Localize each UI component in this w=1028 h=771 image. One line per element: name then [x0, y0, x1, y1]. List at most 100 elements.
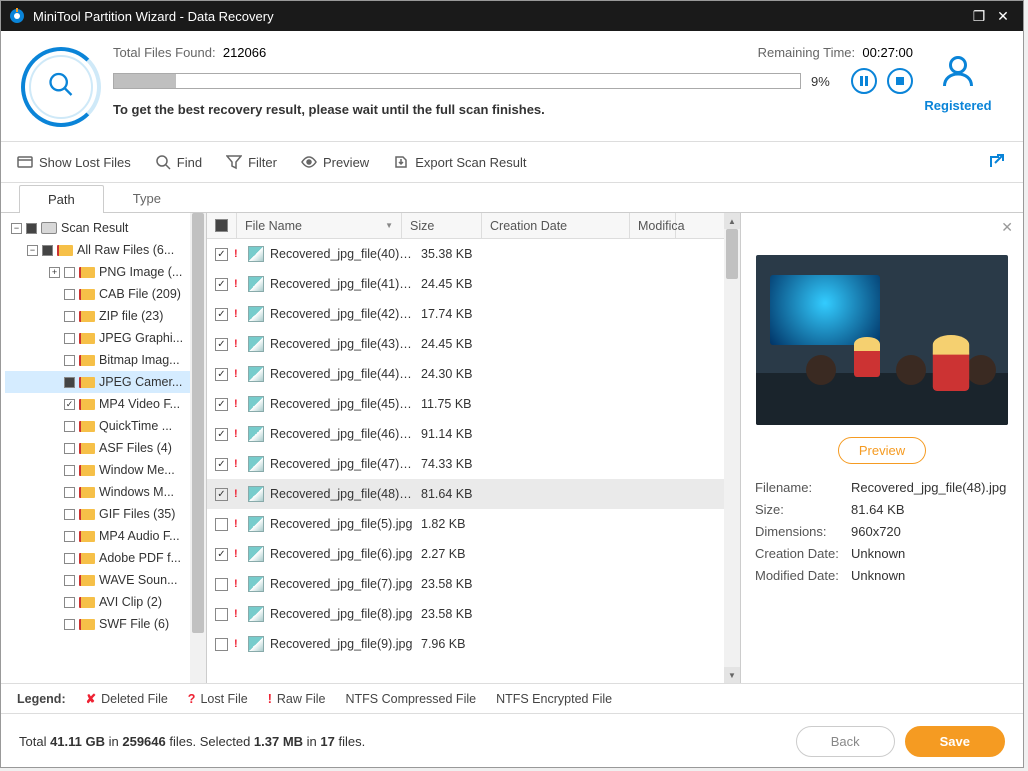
meta-dimensions-value: 960x720 — [851, 524, 1009, 539]
raw-file-icon: ! — [234, 548, 242, 560]
image-file-icon — [248, 456, 264, 472]
app-logo — [9, 8, 25, 24]
restore-button[interactable]: ❐ — [967, 8, 991, 25]
legend-raw: Raw File — [277, 692, 326, 706]
meta-modified-date-value: Unknown — [851, 568, 1009, 583]
file-row[interactable]: ✓!Recovered_jpg_file(41).j...24.45 KB — [207, 269, 740, 299]
file-row[interactable]: ✓!Recovered_jpg_file(43).j...24.45 KB — [207, 329, 740, 359]
file-row[interactable]: ✓!Recovered_jpg_file(47).j...74.33 KB — [207, 449, 740, 479]
image-file-icon — [248, 276, 264, 292]
folder-tree[interactable]: −Scan Result−All Raw Files (6...+PNG Ima… — [1, 213, 207, 683]
window-title: MiniTool Partition Wizard - Data Recover… — [33, 9, 967, 24]
tree-node[interactable]: WAVE Soun... — [5, 569, 206, 591]
tree-node[interactable]: Adobe PDF f... — [5, 547, 206, 569]
image-file-icon — [248, 246, 264, 262]
save-button[interactable]: Save — [905, 726, 1005, 757]
preview-button[interactable]: Preview — [301, 154, 369, 170]
raw-file-icon: ! — [234, 248, 242, 260]
toolbar: Show Lost Files Find Filter Preview Expo… — [1, 142, 1023, 182]
tree-node[interactable]: ✓MP4 Video F... — [5, 393, 206, 415]
raw-file-icon: ! — [234, 368, 242, 380]
tree-node[interactable]: JPEG Camer... — [5, 371, 206, 393]
meta-modified-date-label: Modified Date: — [755, 568, 851, 583]
tree-node[interactable]: MP4 Audio F... — [5, 525, 206, 547]
raw-file-icon: ! — [234, 578, 242, 590]
file-row[interactable]: !Recovered_jpg_file(5).jpg1.82 KB — [207, 509, 740, 539]
tree-node[interactable]: +PNG Image (... — [5, 261, 206, 283]
column-modification[interactable]: Modifica — [630, 213, 676, 238]
export-icon-button[interactable] — [987, 151, 1007, 174]
files-found-value: 212066 — [223, 45, 266, 60]
registered-block[interactable]: Registered — [913, 53, 1003, 113]
column-filename[interactable]: File Name — [245, 219, 302, 233]
legend-deleted: Deleted File — [101, 692, 168, 706]
back-button[interactable]: Back — [796, 726, 895, 757]
tree-node[interactable]: Window Me... — [5, 459, 206, 481]
file-list-header: File Name▼ Size Creation Date Modifica — [207, 213, 740, 239]
file-row[interactable]: ✓!Recovered_jpg_file(42).j...17.74 KB — [207, 299, 740, 329]
file-row[interactable]: ✓!Recovered_jpg_file(40).j...35.38 KB — [207, 239, 740, 269]
legend-ntfs-encrypted: NTFS Encrypted File — [496, 692, 612, 706]
scan-animation — [21, 47, 101, 127]
image-file-icon — [248, 426, 264, 442]
files-found-label: Total Files Found: — [113, 45, 216, 60]
tree-node[interactable]: Windows M... — [5, 481, 206, 503]
preview-close-button[interactable]: ✕ — [1001, 219, 1013, 236]
tree-node[interactable]: SWF File (6) — [5, 613, 206, 635]
raw-file-icon: ! — [234, 278, 242, 290]
stop-button[interactable] — [887, 68, 913, 94]
tree-node[interactable]: −Scan Result — [5, 217, 206, 239]
meta-size-label: Size: — [755, 502, 851, 517]
meta-creation-date-label: Creation Date: — [755, 546, 851, 561]
filter-button[interactable]: Filter — [226, 154, 277, 170]
legend-ntfs-compressed: NTFS Compressed File — [345, 692, 476, 706]
raw-file-icon: ! — [234, 638, 242, 650]
meta-filename-label: Filename: — [755, 480, 851, 495]
file-row[interactable]: !Recovered_jpg_file(8).jpg23.58 KB — [207, 599, 740, 629]
file-list: File Name▼ Size Creation Date Modifica ✓… — [207, 213, 741, 683]
raw-file-icon: ! — [234, 428, 242, 440]
image-file-icon — [248, 516, 264, 532]
preview-open-button[interactable]: Preview — [838, 437, 926, 464]
pause-button[interactable] — [851, 68, 877, 94]
file-list-scrollbar[interactable]: ▲▼ — [724, 213, 740, 683]
tree-node[interactable]: ASF Files (4) — [5, 437, 206, 459]
scan-progress-bar — [113, 73, 801, 89]
find-button[interactable]: Find — [155, 154, 202, 170]
file-row[interactable]: ✓!Recovered_jpg_file(48).j...81.64 KB — [207, 479, 740, 509]
legend-bar: Legend: ✘Deleted File ?Lost File !Raw Fi… — [1, 683, 1023, 713]
tree-node[interactable]: JPEG Graphi... — [5, 327, 206, 349]
meta-creation-date-value: Unknown — [851, 546, 1009, 561]
close-button[interactable]: ✕ — [991, 8, 1015, 25]
tree-node[interactable]: CAB File (209) — [5, 283, 206, 305]
file-row[interactable]: ✓!Recovered_jpg_file(44).j...24.30 KB — [207, 359, 740, 389]
scan-header: Total Files Found: 212066 Remaining Time… — [1, 31, 1023, 141]
raw-file-icon: ! — [234, 338, 242, 350]
export-scan-result-button[interactable]: Export Scan Result — [393, 154, 526, 170]
file-row[interactable]: !Recovered_jpg_file(7).jpg23.58 KB — [207, 569, 740, 599]
title-bar: MiniTool Partition Wizard - Data Recover… — [1, 1, 1023, 31]
file-row[interactable]: ✓!Recovered_jpg_file(46).j...91.14 KB — [207, 419, 740, 449]
tree-node[interactable]: −All Raw Files (6... — [5, 239, 206, 261]
tree-node[interactable]: AVI Clip (2) — [5, 591, 206, 613]
tab-type[interactable]: Type — [104, 184, 190, 212]
file-row[interactable]: ✓!Recovered_jpg_file(45).j...11.75 KB — [207, 389, 740, 419]
tree-scrollbar[interactable] — [190, 213, 206, 683]
footer-bar: Total 41.11 GB in 259646 files. Selected… — [1, 713, 1023, 769]
raw-file-icon: ! — [234, 518, 242, 530]
image-file-icon — [248, 546, 264, 562]
file-row[interactable]: !Recovered_jpg_file(9).jpg7.96 KB — [207, 629, 740, 659]
tree-node[interactable]: GIF Files (35) — [5, 503, 206, 525]
tree-node[interactable]: ZIP file (23) — [5, 305, 206, 327]
file-row[interactable]: ✓!Recovered_jpg_file(6).jpg2.27 KB — [207, 539, 740, 569]
column-creation-date[interactable]: Creation Date — [482, 213, 630, 238]
meta-filename-value: Recovered_jpg_file(48).jpg — [851, 480, 1009, 495]
tab-path[interactable]: Path — [19, 185, 104, 213]
show-lost-files-button[interactable]: Show Lost Files — [17, 154, 131, 170]
tree-node[interactable]: Bitmap Imag... — [5, 349, 206, 371]
scan-percent: 9% — [811, 74, 841, 89]
scan-tip: To get the best recovery result, please … — [113, 102, 913, 117]
image-file-icon — [248, 306, 264, 322]
tree-node[interactable]: QuickTime ... — [5, 415, 206, 437]
column-size[interactable]: Size — [402, 213, 482, 238]
